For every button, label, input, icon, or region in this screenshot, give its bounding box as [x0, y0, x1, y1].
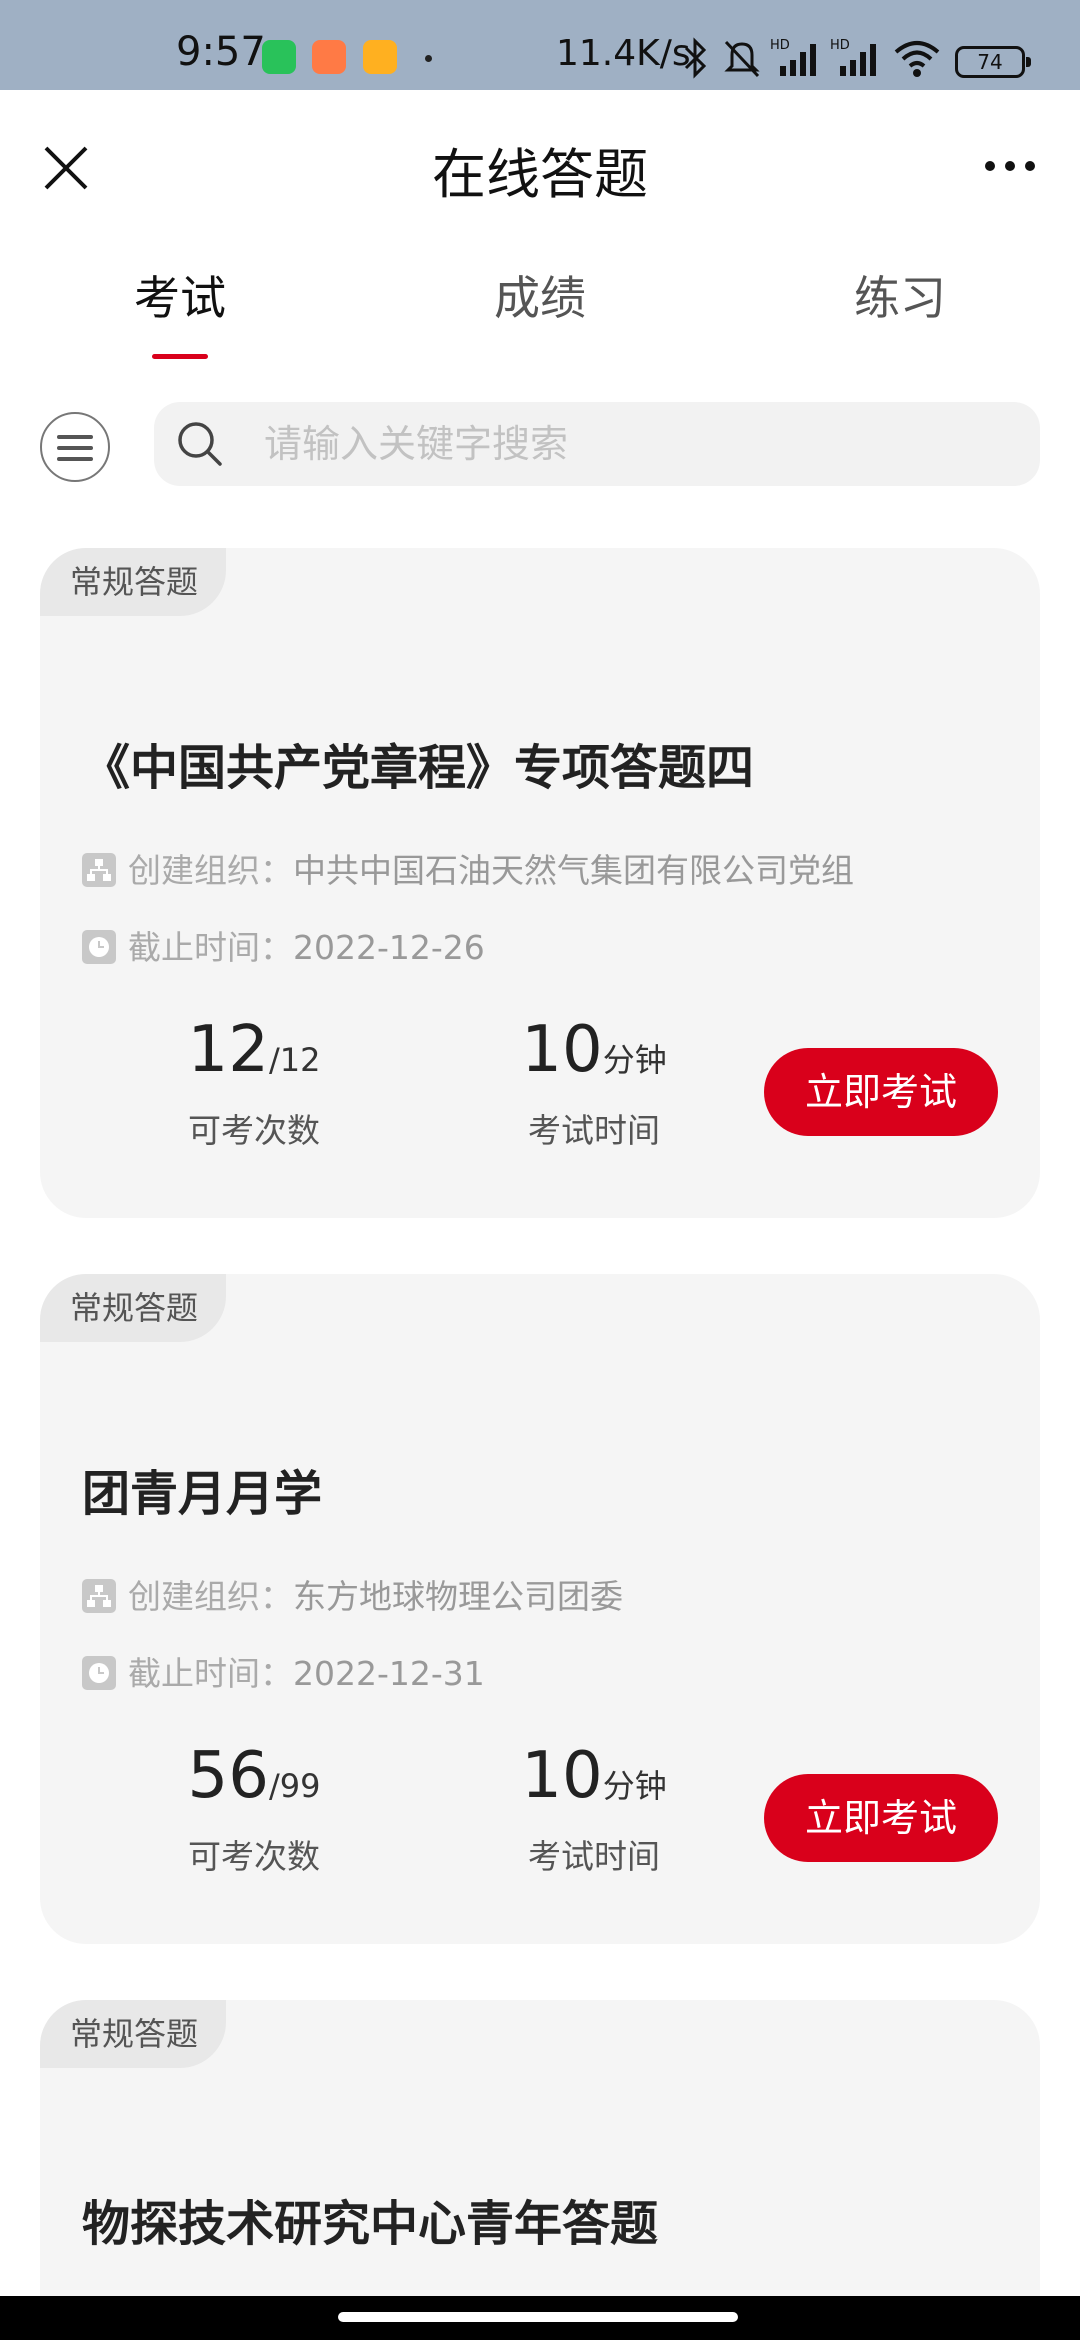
- exam-card: 常规答题 团青月月学 创建组织：东方地球物理公司团委 截止时间：2022-12-…: [40, 1274, 1040, 1944]
- deadline-row: 截止时间：2022-12-31: [82, 1647, 485, 1695]
- search-box[interactable]: [154, 402, 1040, 486]
- attempts-caption: 可考次数: [188, 1837, 320, 1876]
- deadline-value: 2022-12-31: [293, 1654, 485, 1693]
- duration-unit: 分钟: [602, 1767, 667, 1805]
- status-time: 9:57: [176, 29, 266, 75]
- shop-app-icon: [312, 40, 346, 74]
- menu-icon-line: [57, 446, 93, 450]
- duration-stat: 10分钟 考试时间: [474, 1744, 714, 1878]
- app-header: 在线答题: [0, 90, 1080, 240]
- home-indicator-handle[interactable]: [338, 2312, 738, 2322]
- search-input[interactable]: [264, 416, 984, 472]
- attempts-stat: 12/12 可考次数: [134, 1018, 374, 1152]
- duration-unit: 分钟: [602, 1041, 667, 1079]
- org-value: 中共中国石油天然气集团有限公司党组: [293, 851, 854, 890]
- attempts-remaining: 12: [187, 1013, 269, 1087]
- org-label: 创建组织：: [128, 1577, 293, 1616]
- card-title: 物探技术研究中心青年答题: [82, 2196, 659, 2252]
- menu-button[interactable]: [40, 412, 110, 482]
- duration-value: 10: [521, 1739, 603, 1813]
- card-title: 《中国共产党章程》专项答题四: [82, 740, 755, 796]
- wifi-icon: [894, 41, 940, 77]
- duration-stat: 10分钟 考试时间: [474, 1018, 714, 1152]
- status-bar: 9:57 11.4K/s HD HD 74: [0, 0, 1080, 90]
- duration-value: 10: [521, 1013, 603, 1087]
- svg-text:HD: HD: [830, 38, 850, 53]
- bluetooth-icon: [684, 37, 707, 79]
- search-icon: [178, 422, 222, 466]
- wechat-icon: [262, 40, 296, 74]
- notification-dot-icon: [425, 55, 432, 62]
- home-indicator-bar: [0, 2296, 1080, 2340]
- attempts-stat: 56/99 可考次数: [134, 1744, 374, 1878]
- card-tag: 常规答题: [40, 548, 226, 616]
- deadline-value: 2022-12-26: [293, 928, 485, 967]
- hd-signal-icon: HD: [830, 38, 876, 76]
- deadline-label: 截止时间：: [128, 928, 293, 967]
- attempts-remaining: 56: [187, 1739, 269, 1813]
- menu-icon-line: [57, 435, 93, 439]
- exam-card: 常规答题 《中国共产党章程》专项答题四 创建组织：中共中国石油天然气集团有限公司…: [40, 548, 1040, 1218]
- clock-icon: [82, 929, 116, 964]
- org-label: 创建组织：: [128, 851, 293, 890]
- menu-icon-line: [57, 457, 93, 461]
- tab-exam[interactable]: 考试: [80, 262, 280, 328]
- deadline-row: 截止时间：2022-12-26: [82, 921, 485, 969]
- duration-caption: 考试时间: [528, 1111, 660, 1150]
- deadline-label: 截止时间：: [128, 1654, 293, 1693]
- org-value: 东方地球物理公司团委: [293, 1577, 623, 1616]
- tab-active-indicator: [152, 354, 208, 359]
- clock-icon: [82, 1655, 116, 1690]
- mute-bell-icon: [724, 40, 760, 78]
- game-app-icon: [363, 40, 397, 74]
- card-tag: 常规答题: [40, 1274, 226, 1342]
- more-dots-icon[interactable]: [980, 146, 1040, 186]
- card-tag: 常规答题: [40, 2000, 226, 2068]
- battery-icon: 74: [955, 46, 1031, 78]
- network-speed: 11.4K/s: [556, 33, 691, 74]
- attempts-caption: 可考次数: [188, 1111, 320, 1150]
- page-title: 在线答题: [432, 143, 648, 206]
- exam-card: 常规答题 物探技术研究中心青年答题: [40, 2000, 1040, 2296]
- card-title: 团青月月学: [82, 1466, 323, 1522]
- attempts-total: /99: [268, 1767, 321, 1805]
- org-row: 创建组织：中共中国石油天然气集团有限公司党组: [82, 844, 854, 892]
- duration-caption: 考试时间: [528, 1837, 660, 1876]
- svg-text:HD: HD: [770, 38, 790, 53]
- organization-icon: [82, 1578, 116, 1613]
- tab-scores[interactable]: 成绩: [440, 262, 640, 328]
- org-row: 创建组织：东方地球物理公司团委: [82, 1570, 623, 1618]
- organization-icon: [82, 852, 116, 887]
- tab-bar: 考试 成绩 练习: [0, 250, 1080, 370]
- start-exam-button[interactable]: 立即考试: [764, 1048, 998, 1136]
- tab-practice[interactable]: 练习: [800, 262, 1000, 328]
- hd-signal-icon: HD: [770, 38, 816, 76]
- attempts-total: /12: [268, 1041, 321, 1079]
- start-exam-button[interactable]: 立即考试: [764, 1774, 998, 1862]
